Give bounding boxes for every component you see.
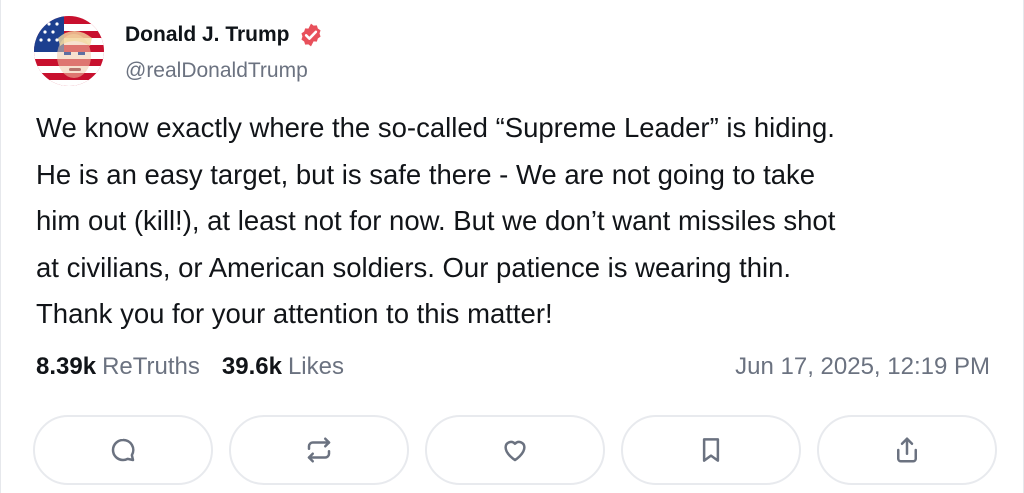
post-card: Donald J. Trump @realDonaldTrump We know… [0,0,1024,493]
reply-button[interactable] [33,415,213,485]
post-line: He is an easy target, but is safe there … [36,158,816,190]
comment-icon [111,438,135,462]
retruths-stat[interactable]: 8.39k ReTruths [36,353,200,381]
retruths-count: 8.39k [36,353,97,380]
retruths-label: ReTruths [102,353,200,380]
heart-icon [504,440,526,462]
post-line: him out (kill!), at least not for now. B… [36,205,836,236]
likes-label: Likes [287,353,344,380]
post-body: We know exactly where the so-called “Sup… [36,105,996,338]
avatar[interactable] [34,16,104,86]
author-row: Donald J. Trump [125,22,324,48]
post-line: at civilians, or American soldiers. Our … [36,251,792,283]
share-button[interactable] [817,415,997,485]
avatar-image [34,16,104,86]
bookmark-icon [702,438,720,462]
retruth-button[interactable] [229,415,409,485]
post-stats: 8.39k ReTruths 39.6k Likes [36,353,344,381]
share-icon [897,437,917,463]
post-line: We know exactly where the so-called “Sup… [36,112,835,143]
post-timestamp[interactable]: Jun 17, 2025, 12:19 PM [735,353,990,381]
likes-count: 39.6k [221,353,282,380]
post-line: Thank you for your attention to this mat… [36,298,553,329]
action-bar [33,415,997,485]
display-name[interactable]: Donald J. Trump [125,23,290,47]
likes-stat[interactable]: 39.6k Likes [222,353,344,381]
verified-badge-icon [298,22,324,48]
user-handle[interactable]: @realDonaldTrump [125,59,308,83]
like-button[interactable] [425,415,605,485]
bookmark-button[interactable] [621,415,801,485]
repost-icon [307,437,331,463]
